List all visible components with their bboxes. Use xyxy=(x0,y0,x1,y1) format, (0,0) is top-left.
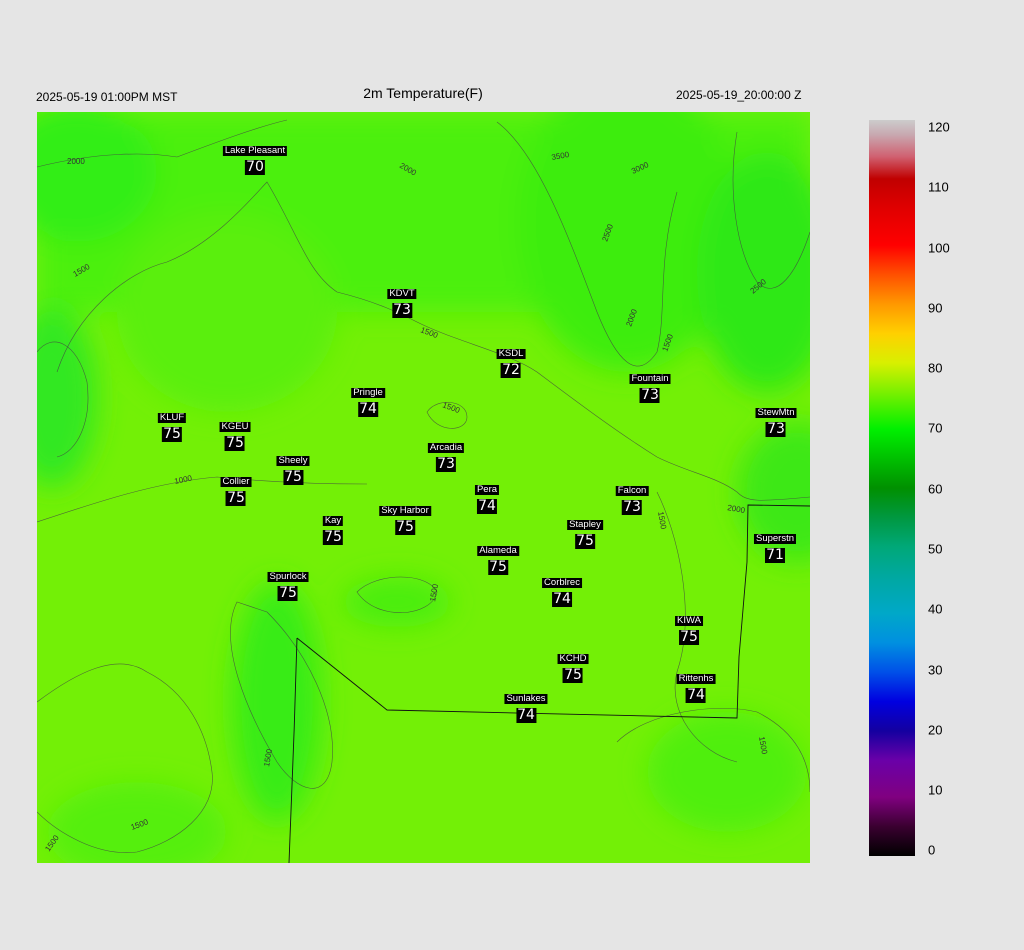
station-temp: 73 xyxy=(392,302,412,318)
tick-label: 40 xyxy=(928,601,943,617)
station-name: Falcon xyxy=(615,485,649,496)
station-name: Fountain xyxy=(629,373,671,384)
station-marker: KGEU 75 xyxy=(219,416,251,451)
color-scale-bar xyxy=(869,120,915,856)
tick-label: 90 xyxy=(928,300,943,316)
station-name: Corblrec xyxy=(542,577,582,588)
station-name: Rittenhs xyxy=(676,673,716,684)
utc-time-label: 2025-05-19_20:00:00 Z xyxy=(676,88,802,102)
station-name: Sunlakes xyxy=(504,693,548,704)
station-marker: StewMtn 73 xyxy=(755,402,797,437)
station-marker: Superstn 71 xyxy=(753,528,797,563)
station-temp: 75 xyxy=(323,529,343,545)
tick-label: 110 xyxy=(928,179,949,195)
station-marker: Alameda 75 xyxy=(477,540,519,575)
tick-label: 10 xyxy=(928,782,943,798)
station-temp: 75 xyxy=(225,435,245,451)
tick-label: 30 xyxy=(928,662,943,678)
station-temp: 71 xyxy=(765,547,785,563)
station-temp: 73 xyxy=(766,421,786,437)
station-name: Sheely xyxy=(276,455,310,466)
station-marker: KDVT 73 xyxy=(387,283,417,318)
station-marker: KLUF 75 xyxy=(157,407,187,442)
station-marker: Sheely 75 xyxy=(276,450,310,485)
station-name: Alameda xyxy=(477,545,519,556)
tick-label: 120 xyxy=(928,119,950,135)
station-marker: Corblrec 74 xyxy=(542,572,582,607)
station-marker: KIWA 75 xyxy=(675,610,703,645)
station-marker: Sunlakes 74 xyxy=(504,688,548,723)
station-marker: KSDL 72 xyxy=(496,343,526,378)
station-marker: Lake Pleasant 70 xyxy=(222,140,288,175)
station-marker: Falcon 73 xyxy=(615,480,649,515)
station-temp: 72 xyxy=(500,362,521,378)
temperature-map: 2000 1500 1000 1500 1500 1500 1500 1500 … xyxy=(37,112,810,863)
station-marker: KCHD 75 xyxy=(557,648,589,683)
station-temp: 73 xyxy=(436,456,456,472)
station-temp: 74 xyxy=(476,498,497,514)
station-temp: 74 xyxy=(552,591,572,607)
station-temp: 75 xyxy=(278,585,298,601)
tick-label: 100 xyxy=(928,240,950,256)
station-marker: Sky Harbor 75 xyxy=(379,500,431,535)
station-marker: Kay 75 xyxy=(322,510,344,545)
station-temp: 75 xyxy=(575,533,595,549)
tick-label: 0 xyxy=(928,842,936,858)
station-temp: 74 xyxy=(357,401,378,417)
station-name: Spurlock xyxy=(267,571,309,582)
station-temp: 75 xyxy=(394,519,415,535)
station-temp: 75 xyxy=(488,559,508,575)
tick-label: 60 xyxy=(928,481,943,497)
station-marker: Stapley 75 xyxy=(567,514,603,549)
station-marker: Spurlock 75 xyxy=(267,566,309,601)
station-temp: 75 xyxy=(562,667,583,683)
tick-label: 20 xyxy=(928,722,943,738)
station-marker: Rittenhs 74 xyxy=(676,668,716,703)
station-marker: Collier 75 xyxy=(220,471,252,506)
color-scale-gradient xyxy=(869,120,915,856)
station-temp: 70 xyxy=(245,159,265,175)
station-temp: 75 xyxy=(283,469,303,485)
station-name: Pera xyxy=(474,484,500,495)
station-name: Kay xyxy=(322,515,344,526)
station-name: StewMtn xyxy=(755,407,797,418)
station-name: Collier xyxy=(220,476,252,487)
station-temp: 75 xyxy=(679,629,699,645)
station-marker: Arcadia 73 xyxy=(427,437,465,472)
station-marker: Pringle 74 xyxy=(351,382,385,417)
station-temp: 75 xyxy=(226,490,246,506)
station-temp: 74 xyxy=(516,707,536,723)
station-name: Pringle xyxy=(351,387,385,398)
station-temp: 73 xyxy=(621,499,642,515)
station-marker: Pera 74 xyxy=(474,479,500,514)
station-name: KCHD xyxy=(557,653,589,664)
station-temp: 75 xyxy=(161,426,182,442)
station-name: Stapley xyxy=(567,519,603,530)
station-temp: 74 xyxy=(685,687,706,703)
tick-label: 50 xyxy=(928,541,943,557)
station-name: Arcadia xyxy=(427,442,465,453)
station-name: Sky Harbor xyxy=(379,505,431,516)
station-name: KIWA xyxy=(675,615,703,626)
station-name: Superstn xyxy=(753,533,797,544)
station-name: KLUF xyxy=(157,412,187,423)
station-name: Lake Pleasant xyxy=(222,145,288,156)
station-name: KSDL xyxy=(496,348,526,359)
station-name: KGEU xyxy=(219,421,251,432)
station-temp: 73 xyxy=(639,387,660,403)
tick-label: 80 xyxy=(928,360,943,376)
tick-label: 70 xyxy=(928,420,943,436)
station-marker: Fountain 73 xyxy=(629,368,671,403)
station-name: KDVT xyxy=(387,288,417,299)
contour-label: 2000 xyxy=(67,157,85,166)
